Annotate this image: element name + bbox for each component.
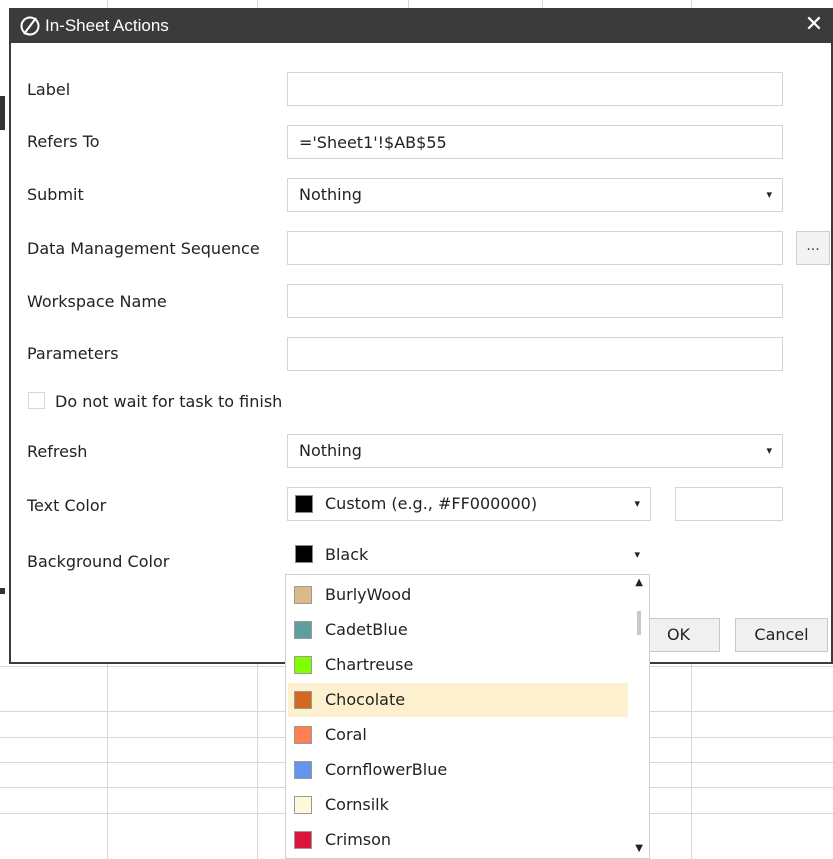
background-color-select[interactable]: Black ▾ bbox=[287, 538, 651, 572]
background-color-dropdown-list[interactable]: BurlyWood CadetBlue Chartreuse Chocolate Cor… bbox=[285, 574, 650, 859]
color-option-coral[interactable]: Coral bbox=[288, 718, 628, 752]
color-swatch bbox=[294, 691, 312, 709]
refresh-select-value: Nothing bbox=[299, 441, 362, 460]
color-option-label: CadetBlue bbox=[325, 620, 408, 639]
background-color-swatch bbox=[295, 545, 313, 563]
color-option-cornflowerblue[interactable]: CornflowerBlue bbox=[288, 753, 628, 787]
in-sheet-actions-dialog: In-Sheet Actions ✕ Label Refers To Submi… bbox=[9, 8, 833, 664]
refresh-label: Refresh bbox=[27, 442, 88, 461]
color-option-label: Crimson bbox=[325, 830, 392, 849]
scroll-up-icon[interactable]: ▲ bbox=[635, 577, 643, 588]
color-option-cornsilk[interactable]: Cornsilk bbox=[288, 788, 628, 822]
text-color-swatch bbox=[295, 495, 313, 513]
color-option-chocolate[interactable]: Chocolate bbox=[288, 683, 628, 717]
color-option-label: CornflowerBlue bbox=[325, 760, 448, 779]
text-color-select-value: Custom (e.g., #FF000000) bbox=[325, 494, 538, 513]
text-color-select[interactable]: Custom (e.g., #FF000000) ▾ bbox=[287, 487, 651, 521]
parameters-input[interactable] bbox=[287, 337, 783, 371]
color-option-burlywood[interactable]: BurlyWood bbox=[288, 578, 628, 612]
dialog-titlebar: In-Sheet Actions ✕ bbox=[11, 8, 831, 43]
color-option-crimson[interactable]: Crimson bbox=[288, 823, 628, 857]
dms-input[interactable] bbox=[287, 231, 783, 265]
color-option-chartreuse[interactable]: Chartreuse bbox=[288, 648, 628, 682]
dms-label: Data Management Sequence bbox=[27, 239, 260, 258]
submit-select-value: Nothing bbox=[299, 185, 362, 204]
dms-browse-button[interactable]: ... bbox=[796, 231, 830, 265]
no-wait-checkbox[interactable] bbox=[28, 392, 45, 409]
scrollbar-thumb[interactable] bbox=[637, 611, 641, 635]
label-input[interactable] bbox=[287, 72, 783, 106]
text-color-hex-input[interactable] bbox=[675, 487, 783, 521]
color-swatch bbox=[294, 656, 312, 674]
scroll-down-icon[interactable]: ▼ bbox=[635, 843, 643, 854]
color-swatch bbox=[294, 761, 312, 779]
refresh-select[interactable]: Nothing ▾ bbox=[287, 434, 783, 468]
sheet-peek bbox=[0, 96, 5, 130]
chevron-down-icon: ▾ bbox=[634, 497, 640, 510]
submit-select[interactable]: Nothing ▾ bbox=[287, 178, 783, 212]
color-option-label: Cornsilk bbox=[325, 795, 389, 814]
dialog-title: In-Sheet Actions bbox=[45, 16, 169, 35]
color-option-label: Chocolate bbox=[325, 690, 406, 709]
workspace-name-label: Workspace Name bbox=[27, 292, 167, 311]
color-option-cadetblue[interactable]: CadetBlue bbox=[288, 613, 628, 647]
chevron-down-icon: ▾ bbox=[766, 188, 772, 201]
color-swatch bbox=[294, 586, 312, 604]
color-option-label: BurlyWood bbox=[325, 585, 412, 604]
parameters-label: Parameters bbox=[27, 344, 119, 363]
close-icon: ✕ bbox=[804, 12, 824, 37]
label-field-label: Label bbox=[27, 80, 71, 99]
background-color-select-value: Black bbox=[325, 545, 369, 564]
background-color-label: Background Color bbox=[27, 552, 170, 571]
chevron-down-icon: ▾ bbox=[634, 548, 640, 561]
color-swatch bbox=[294, 726, 312, 744]
sheet-peek bbox=[0, 588, 5, 594]
no-wait-label[interactable]: Do not wait for task to finish bbox=[55, 392, 282, 411]
close-button[interactable]: ✕ bbox=[801, 12, 827, 38]
app-logo-icon bbox=[20, 16, 40, 36]
refers-to-input[interactable] bbox=[287, 125, 783, 159]
color-swatch bbox=[294, 796, 312, 814]
color-swatch bbox=[294, 621, 312, 639]
color-option-label: Coral bbox=[325, 725, 367, 744]
submit-label: Submit bbox=[27, 185, 84, 204]
color-option-label: Chartreuse bbox=[325, 655, 414, 674]
refers-to-label: Refers To bbox=[27, 132, 100, 151]
workspace-name-input[interactable] bbox=[287, 284, 783, 318]
chevron-down-icon: ▾ bbox=[766, 444, 772, 457]
color-swatch bbox=[294, 831, 312, 849]
text-color-label: Text Color bbox=[27, 496, 107, 515]
cancel-button[interactable]: Cancel bbox=[735, 618, 828, 652]
